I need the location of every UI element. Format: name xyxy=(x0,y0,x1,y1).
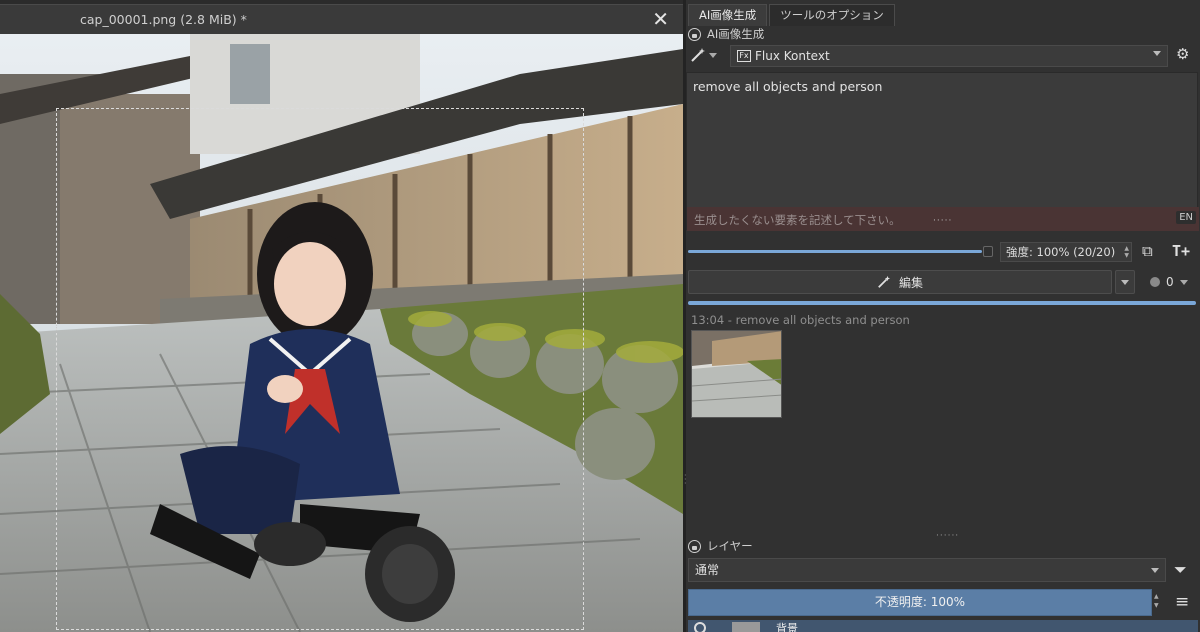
edit-options-dropdown[interactable] xyxy=(1115,270,1135,294)
dock-splitter-grip[interactable]: ······ xyxy=(936,531,959,541)
language-badge[interactable]: EN xyxy=(1176,211,1196,224)
canvas-image[interactable] xyxy=(0,34,683,632)
chevron-down-icon xyxy=(1151,568,1159,573)
chevron-down-icon xyxy=(1179,279,1188,285)
negative-prompt-field[interactable]: 生成したくない要素を記述して下さい。 ····· EN xyxy=(687,207,1199,231)
layer-row[interactable]: 背景 xyxy=(688,620,1198,632)
selection-marquee[interactable] xyxy=(56,108,584,630)
model-label: Flux Kontext xyxy=(755,49,830,63)
opacity-label: 不透明度: 100% xyxy=(874,595,966,609)
edit-button-label: 編集 xyxy=(898,275,923,290)
model-badge: Fx xyxy=(737,50,751,62)
chevron-down-icon xyxy=(1121,280,1129,285)
text-insert-icon[interactable]: T+ xyxy=(1172,242,1190,260)
prompt-textarea[interactable]: remove all objects and person 生成したくない要素を… xyxy=(686,72,1199,231)
blend-mode-label: 通常 xyxy=(695,563,720,577)
ai-section-title: AI画像生成 xyxy=(707,27,765,41)
thumbnail-image xyxy=(692,331,781,417)
queue-status-icon xyxy=(1150,277,1160,287)
filter-icon[interactable]: ⏷ xyxy=(1174,560,1187,580)
gear-icon[interactable]: ⚙ xyxy=(1176,45,1189,63)
document-title: cap_00001.png (2.8 MiB) * xyxy=(80,12,247,27)
layer-thumbnail xyxy=(732,622,760,632)
blend-mode-select[interactable]: 通常 xyxy=(688,558,1166,582)
resize-grip[interactable]: ····· xyxy=(933,216,952,226)
strength-slider-handle[interactable] xyxy=(983,246,993,257)
magic-wand-icon xyxy=(691,48,705,62)
spin-arrows[interactable]: ▲ ▼ xyxy=(1124,245,1129,259)
magic-wand-icon xyxy=(878,275,891,288)
edit-button[interactable]: 編集 xyxy=(688,270,1112,294)
model-select[interactable]: Fx Flux Kontext xyxy=(730,45,1168,67)
lock-icon[interactable] xyxy=(688,27,701,41)
spin-arrows[interactable]: ▲ ▼ xyxy=(1154,592,1159,610)
strength-slider[interactable] xyxy=(688,250,982,253)
lock-icon[interactable] xyxy=(688,539,701,553)
layers-section-title: レイヤー xyxy=(707,539,753,553)
workspace-mode-button[interactable] xyxy=(690,45,722,65)
eye-icon[interactable] xyxy=(694,622,706,632)
generation-progress-bar xyxy=(688,301,1196,305)
prompt-text: remove all objects and person xyxy=(693,79,883,94)
menu-icon[interactable]: ≡ xyxy=(1175,592,1189,612)
chevron-down-icon xyxy=(1153,51,1161,56)
layer-name: 背景 xyxy=(776,622,798,632)
history-thumbnail[interactable] xyxy=(691,330,782,418)
dock-tabbar: AI画像生成 ツールのオプション xyxy=(688,4,897,26)
history-entry-label: 13:04 - remove all objects and person xyxy=(691,313,910,327)
negative-prompt-placeholder: 生成したくない要素を記述して下さい。 xyxy=(694,213,901,227)
document-tab[interactable]: cap_00001.png (2.8 MiB) * ✕ xyxy=(0,4,683,34)
close-icon[interactable]: ✕ xyxy=(652,7,669,31)
queue-count: 0 xyxy=(1166,275,1174,289)
strength-spinbox[interactable]: 強度: 100% (20/20) ▲ ▼ xyxy=(1000,242,1132,262)
layers-section-header: レイヤー xyxy=(688,538,753,554)
tab-tool-options[interactable]: ツールのオプション xyxy=(769,4,895,26)
opacity-slider[interactable]: 不透明度: 100% xyxy=(688,589,1152,616)
strength-label: 強度: 100% (20/20) xyxy=(1006,245,1116,259)
tab-ai-generation[interactable]: AI画像生成 xyxy=(688,4,768,26)
canvas-area[interactable]: cap_00001.png (2.8 MiB) * ✕ xyxy=(0,0,683,632)
add-layer-icon[interactable]: ⧉ xyxy=(1142,242,1153,260)
queue-indicator[interactable]: 0 xyxy=(1150,275,1188,289)
ai-section-header: AI画像生成 xyxy=(688,26,764,42)
right-dock: AI画像生成 ツールのオプション AI画像生成 Fx Flux Kontext … xyxy=(686,0,1200,632)
chevron-down-icon xyxy=(709,52,717,58)
